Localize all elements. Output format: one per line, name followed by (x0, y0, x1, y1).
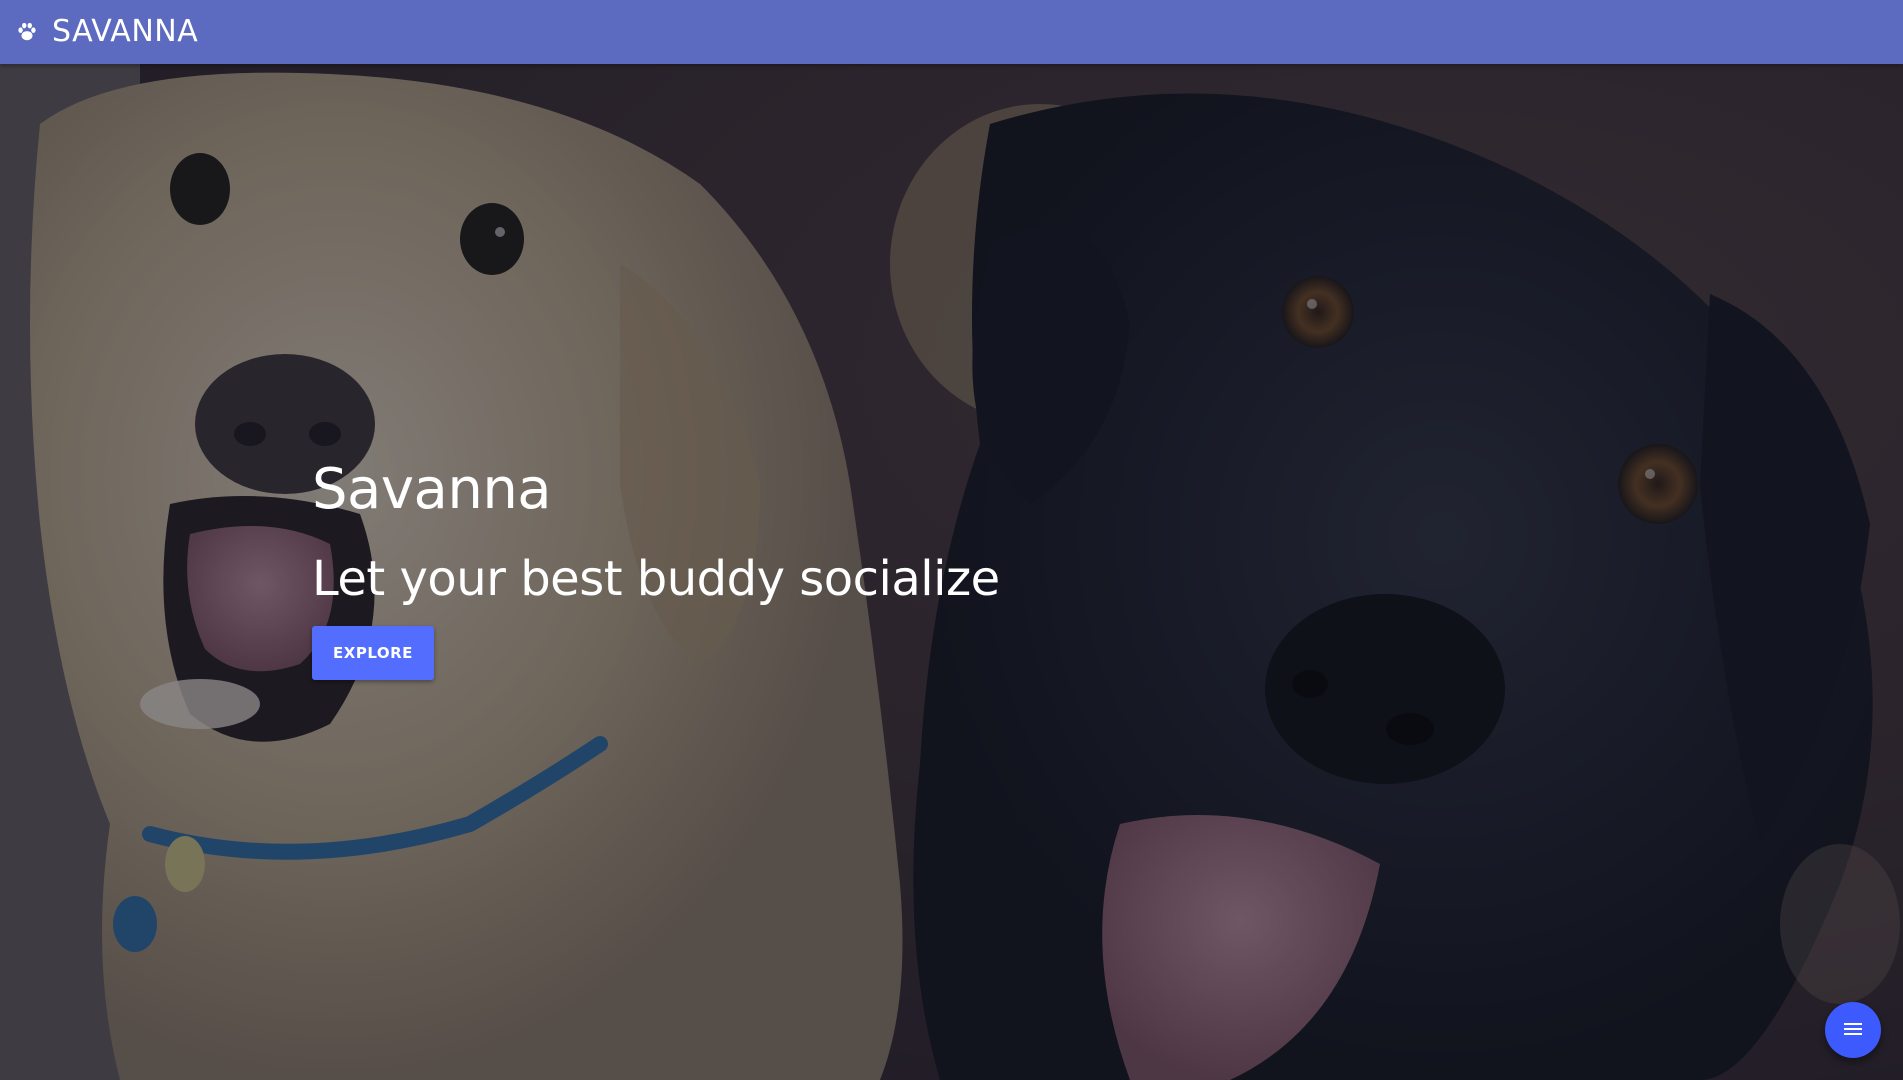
hero-title: Savanna (312, 457, 552, 522)
menu-icon (1843, 1021, 1863, 1040)
explore-button[interactable]: EXPLORE (312, 626, 434, 680)
menu-fab-button[interactable] (1825, 1002, 1881, 1058)
hero-subtitle: Let your best buddy socialize (312, 551, 1000, 607)
hero-content: Savanna Let your best buddy socialize EX… (312, 454, 1000, 680)
hero-section: Savanna Let your best buddy socialize EX… (0, 64, 1903, 1080)
paw-icon (16, 21, 38, 43)
brand-title[interactable]: SAVANNA (52, 0, 198, 64)
app-bar: SAVANNA (0, 0, 1903, 64)
